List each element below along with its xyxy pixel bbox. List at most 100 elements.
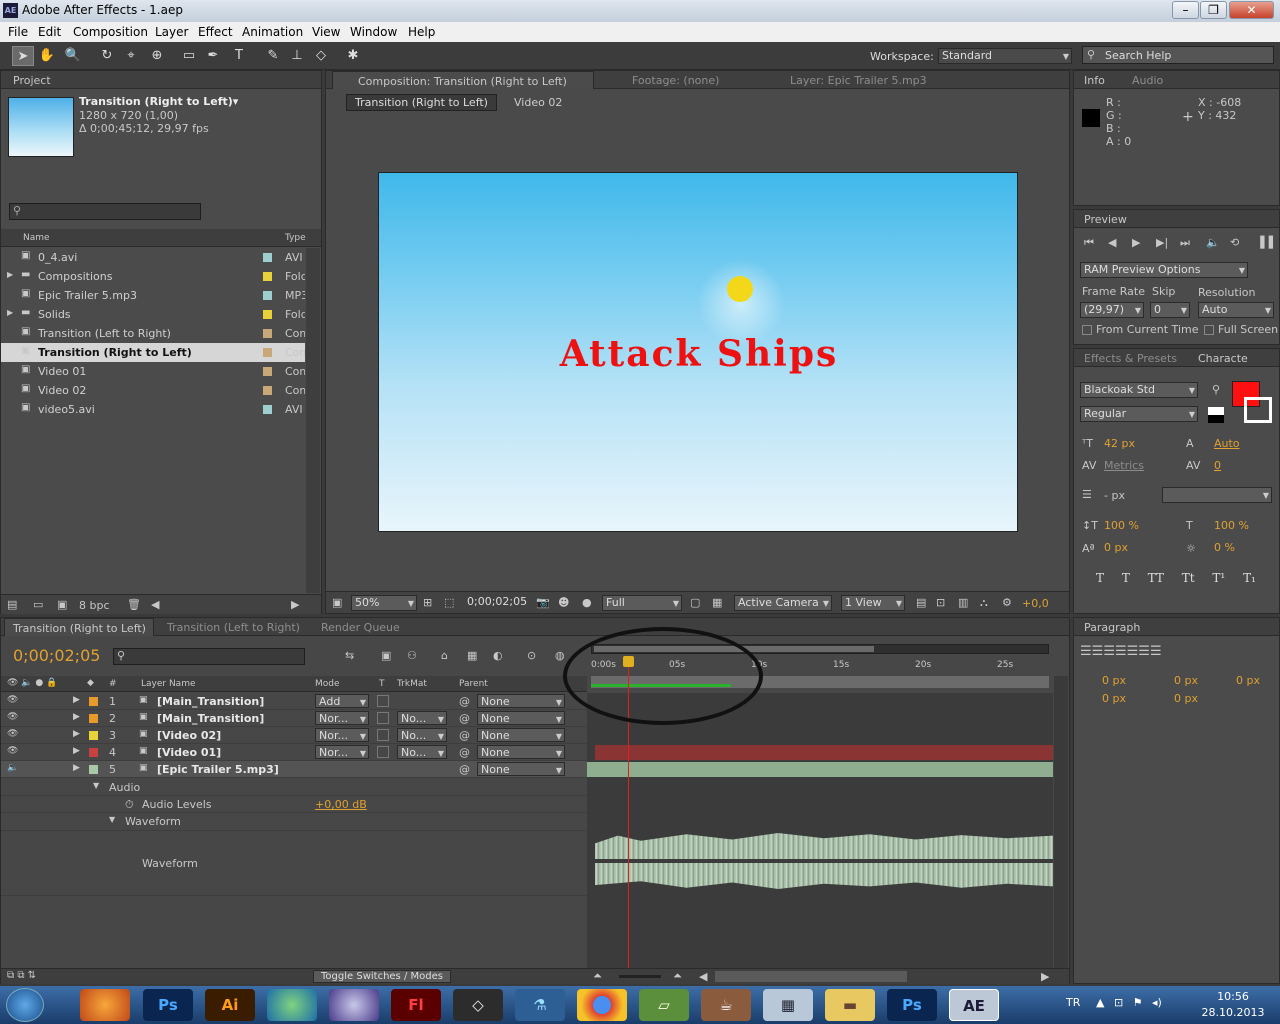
zoom-dropdown[interactable]: 50% xyxy=(351,595,417,611)
timeline-icon[interactable]: ▥ xyxy=(958,596,968,609)
resolution-dropdown[interactable]: Full xyxy=(602,595,682,611)
flask-icon[interactable]: ⚗ xyxy=(515,989,565,1021)
blend-mode-dropdown[interactable]: Nor... xyxy=(315,728,369,744)
tab-project[interactable]: Project xyxy=(13,74,51,87)
eraser-tool-icon[interactable]: ◇ xyxy=(310,46,332,66)
label-color-swatch[interactable] xyxy=(263,367,272,376)
roi-icon[interactable]: ▢ xyxy=(690,596,700,609)
align-left-icon[interactable]: ☰ xyxy=(1080,644,1092,659)
all-caps-button[interactable]: TT xyxy=(1148,571,1164,585)
tab-composition[interactable]: Composition: Transition (Right to Left) xyxy=(332,71,594,89)
justify-center-icon[interactable]: ☰ xyxy=(1127,644,1139,659)
track-matte-dropdown[interactable]: No... xyxy=(397,728,447,744)
menu-window[interactable]: Window xyxy=(350,25,397,39)
trash-icon[interactable]: 🗑 xyxy=(127,598,141,611)
live-update-icon[interactable]: ◍ xyxy=(555,649,565,662)
rectangle-tool-icon[interactable]: ▭ xyxy=(178,46,200,66)
java-icon[interactable]: ☕ xyxy=(701,989,751,1021)
justify-left-icon[interactable]: ☰ xyxy=(1115,644,1127,659)
pick-whip-icon[interactable]: @ xyxy=(459,746,470,759)
project-item[interactable]: ▶ ▬ Compositions Fold xyxy=(1,267,305,286)
label-color-swatch[interactable] xyxy=(89,714,98,723)
justify-right-icon[interactable]: ☰ xyxy=(1138,644,1150,659)
eclipse-icon[interactable] xyxy=(329,989,379,1021)
timeline-h-scroll-thumb[interactable] xyxy=(715,971,907,982)
project-item[interactable]: ▣ 0_4.avi AVI xyxy=(1,248,305,267)
video-switch-icon[interactable]: 👁 xyxy=(7,729,18,739)
calculator-icon[interactable]: ▦ xyxy=(763,989,813,1021)
hide-shy-icon[interactable]: ⚇ xyxy=(407,649,417,662)
resolution-dropdown-preview[interactable]: Auto xyxy=(1198,302,1274,318)
video-switch-icon[interactable]: 👁 xyxy=(7,712,18,722)
frame-blending-icon[interactable]: ⌂ xyxy=(441,649,448,662)
track-matte-dropdown[interactable]: No... xyxy=(397,711,447,727)
bpc-label[interactable]: 8 bpc xyxy=(79,599,110,612)
layer-row[interactable]: 👁 ▶ 1 ▣ [Main_Transition] Add @ None xyxy=(1,693,587,710)
audio-group-row[interactable]: ▼ Audio xyxy=(1,779,587,796)
baseline-shift-value[interactable]: 0 px xyxy=(1104,541,1128,554)
faux-bold-button[interactable]: T xyxy=(1096,571,1104,585)
reset-exposure-icon[interactable]: ⚙ xyxy=(1002,596,1012,609)
label-color-swatch[interactable] xyxy=(263,348,272,357)
camera-tool-icon[interactable]: ⌖ xyxy=(120,46,142,66)
clock-time[interactable]: 10:56 xyxy=(1198,990,1268,1003)
label-color-swatch[interactable] xyxy=(263,386,272,395)
layer-5-bar[interactable] xyxy=(587,762,1053,777)
layer-4-bar[interactable] xyxy=(595,745,1053,760)
layer-name[interactable]: [Epic Trailer 5.mp3] xyxy=(157,763,279,776)
tab-effects-presets[interactable]: Effects & Presets xyxy=(1084,352,1177,365)
layer-row[interactable]: 👁 ▶ 2 ▣ [Main_Transition] Nor... No... @ None xyxy=(1,710,587,727)
menu-help[interactable]: Help xyxy=(408,25,435,39)
font-style-dropdown[interactable]: Regular xyxy=(1080,406,1198,422)
vertical-scale-value[interactable]: 100 % xyxy=(1104,519,1139,532)
project-item[interactable]: ▣ Transition (Right to Left) Com xyxy=(1,343,305,362)
network-icon[interactable] xyxy=(267,989,317,1021)
draft-3d-icon[interactable]: ▣ xyxy=(381,649,391,662)
waveform-group-row[interactable]: ▼ Waveform xyxy=(1,813,587,830)
twirl-down-icon[interactable]: ▼ xyxy=(109,815,115,824)
mask-icon[interactable]: ⬚ xyxy=(444,596,454,609)
superscript-button[interactable]: T¹ xyxy=(1212,571,1225,585)
after-effects-icon[interactable]: AE xyxy=(949,989,999,1021)
stroke-color-swatch[interactable] xyxy=(1244,397,1272,423)
stopwatch-icon[interactable]: ⏱ xyxy=(125,798,134,812)
color-channel-icon[interactable]: ● xyxy=(582,596,592,609)
camera-dropdown[interactable]: Active Camera xyxy=(734,595,832,611)
scroll-right-icon[interactable]: ▶ xyxy=(1041,970,1049,983)
scroll-left-icon[interactable]: ◀ xyxy=(699,970,707,983)
tab-footage[interactable]: Footage: (none) xyxy=(632,74,719,87)
label-color-swatch[interactable] xyxy=(89,697,98,706)
flash-icon[interactable]: Fl xyxy=(391,989,441,1021)
label-color-swatch[interactable] xyxy=(263,272,272,281)
twirl-right-icon[interactable]: ▶ xyxy=(73,746,80,756)
layer-name[interactable]: [Video 01] xyxy=(157,746,221,759)
small-caps-button[interactable]: Tt xyxy=(1182,571,1195,585)
twirl-right-icon[interactable]: ▶ xyxy=(73,763,80,773)
align-center-icon[interactable]: ☰ xyxy=(1092,644,1104,659)
col-type[interactable]: Type xyxy=(285,233,306,243)
label-color-swatch[interactable] xyxy=(263,291,272,300)
minimize-button[interactable]: – xyxy=(1172,1,1199,19)
zoom-slider[interactable] xyxy=(619,975,661,978)
show-snapshot-icon[interactable]: ☻ xyxy=(558,596,569,609)
type-tool-icon[interactable]: T xyxy=(228,46,250,66)
black-swatch[interactable] xyxy=(1208,415,1224,423)
tab-preview[interactable]: Preview xyxy=(1084,213,1127,226)
project-item[interactable]: ▣ Video 02 Com xyxy=(1,381,305,400)
tab-character[interactable]: Characte xyxy=(1198,352,1248,365)
tab-timeline-ltr[interactable]: Transition (Left to Right) xyxy=(167,621,300,634)
graph-editor-icon[interactable]: ⊙ xyxy=(527,649,536,662)
font-family-dropdown[interactable]: Blackoak Std xyxy=(1080,382,1198,398)
project-item[interactable]: ▶ ▬ Solids Fold xyxy=(1,305,305,324)
audio-levels-value[interactable]: +0,00 dB xyxy=(315,798,367,811)
grid-icon[interactable]: ⊞ xyxy=(423,596,432,609)
twirl-down-icon[interactable]: ▼ xyxy=(93,781,99,790)
photoshop-icon-2[interactable]: Ps xyxy=(887,989,937,1021)
tab-layer[interactable]: Layer: Epic Trailer 5.mp3 xyxy=(790,74,927,87)
track-matte-dropdown[interactable]: No... xyxy=(397,745,447,761)
layer-row[interactable]: 👁 ▶ 3 ▣ [Video 02] Nor... No... @ None xyxy=(1,727,587,744)
system-tray-icons[interactable]: ▲ ⊡ ⚑ ◂) xyxy=(1096,996,1162,1009)
label-color-swatch[interactable] xyxy=(263,329,272,338)
leading-value[interactable]: Auto xyxy=(1214,437,1240,450)
tab-audio[interactable]: Audio xyxy=(1132,74,1163,87)
